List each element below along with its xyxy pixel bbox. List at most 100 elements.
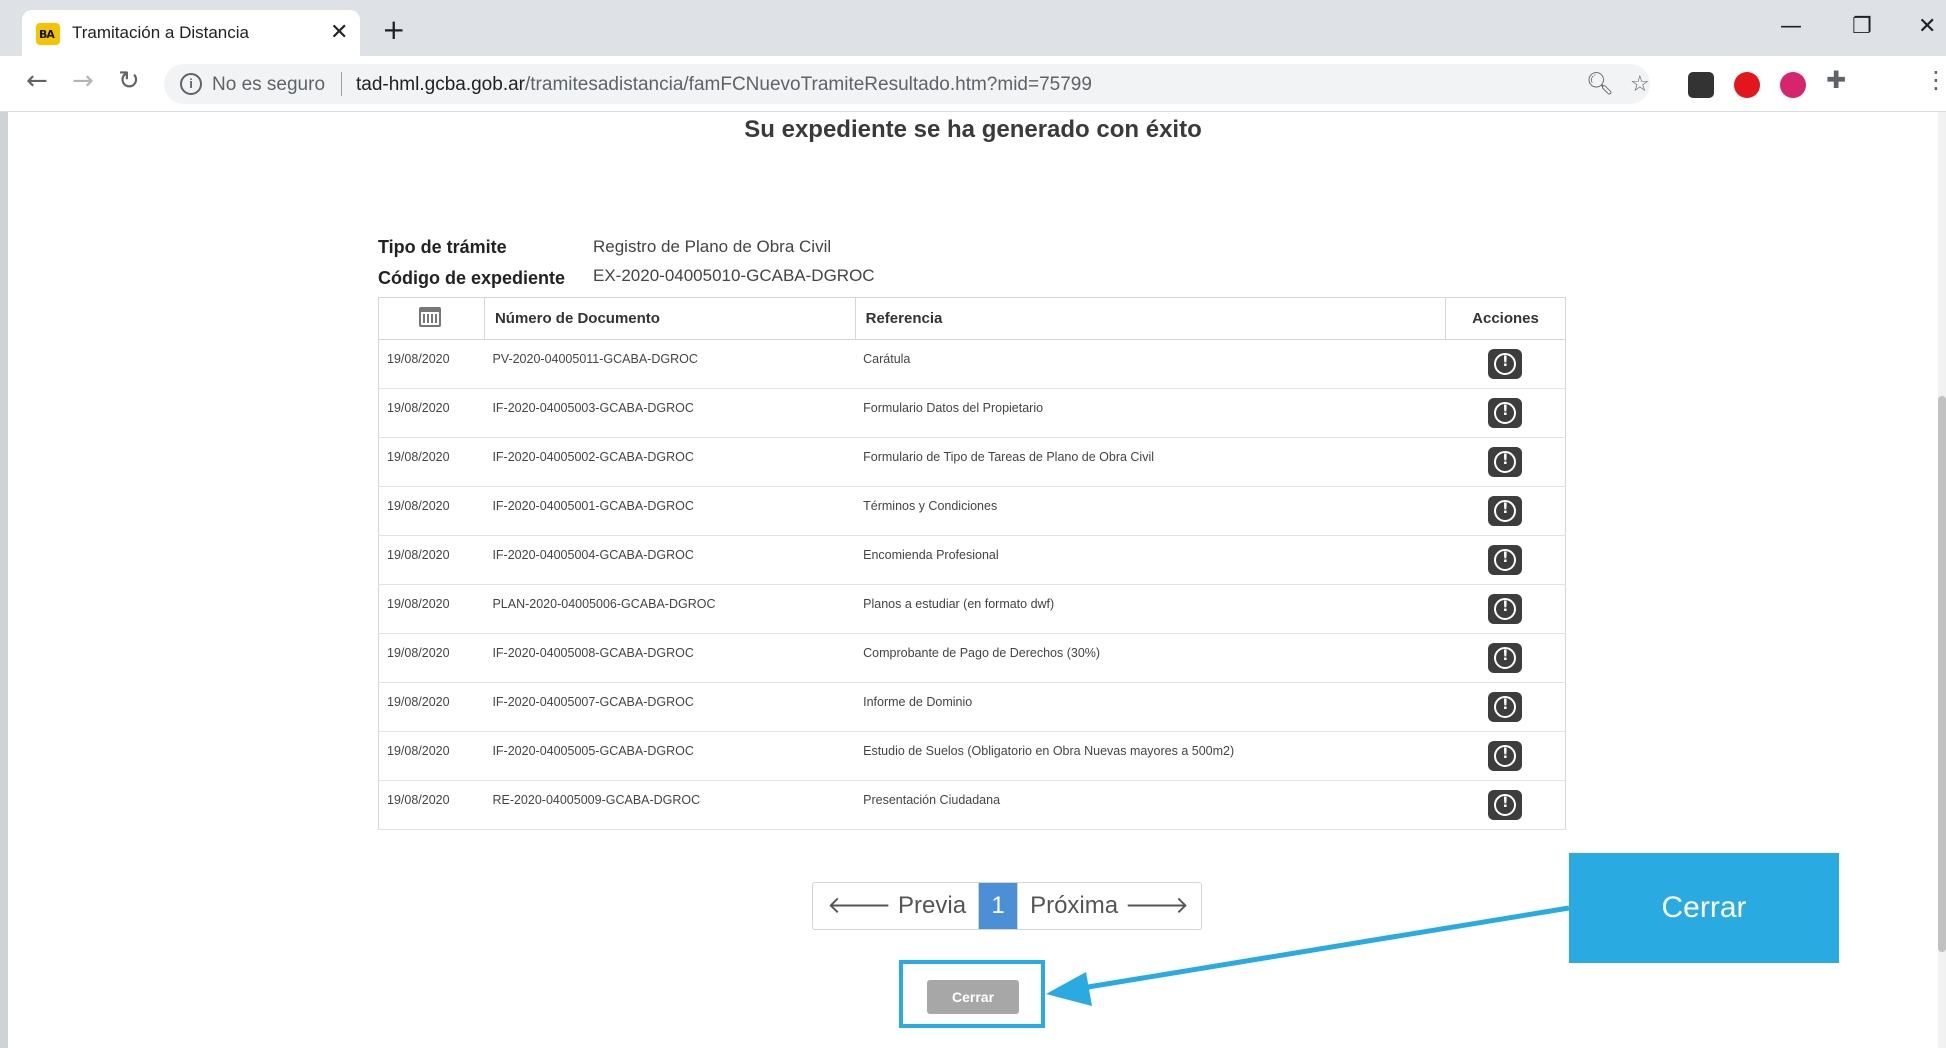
info-icon[interactable]: i <box>180 73 202 95</box>
row-actions <box>1445 437 1566 487</box>
info-action-icon[interactable] <box>1488 398 1523 428</box>
url-host: tad-hml.gcba.gob.ar <box>356 74 525 95</box>
tab-close-icon[interactable]: ✕ <box>330 20 348 45</box>
puzzle-extensions-icon[interactable]: ✚ <box>1826 68 1846 92</box>
row-date: 19/08/2020 <box>378 486 485 536</box>
row-reference: Presentación Ciudadana <box>855 780 1446 830</box>
row-reference: Formulario de Tipo de Tareas de Plano de… <box>855 437 1446 487</box>
opera-extension-icon[interactable] <box>1734 72 1760 98</box>
forward-arrow-icon[interactable]: → <box>72 68 94 94</box>
table-row: 19/08/2020 IF-2020-04005002-GCABA-DGROC Fo… <box>378 437 1566 487</box>
row-date: 19/08/2020 <box>378 731 485 781</box>
omnibox-divider <box>341 72 342 96</box>
codigo-expediente-label: Código de expediente <box>378 268 566 288</box>
row-reference: Carátula <box>855 339 1446 389</box>
row-actions <box>1445 682 1566 732</box>
info-action-icon[interactable] <box>1488 741 1523 771</box>
row-date: 19/08/2020 <box>378 633 485 683</box>
row-date: 19/08/2020 <box>378 535 485 585</box>
row-reference: Comprobante de Pago de Derechos (30%) <box>855 633 1446 683</box>
table-row: 19/08/2020 IF-2020-04005004-GCABA-DGROC En… <box>378 535 1566 585</box>
row-document-number: IF-2020-04005008-GCABA-DGROC <box>484 633 856 683</box>
row-document-number: RE-2020-04005009-GCABA-DGROC <box>484 780 856 830</box>
browser-menu-icon[interactable]: ⋮ <box>1924 68 1946 92</box>
row-reference: Estudio de Suelos (Obligatorio en Obra N… <box>855 731 1446 781</box>
page-title: Su expediente se ha generado con éxito <box>744 116 1202 143</box>
row-date: 19/08/2020 <box>378 682 485 732</box>
info-action-icon[interactable] <box>1488 594 1523 624</box>
info-action-icon[interactable] <box>1488 643 1523 673</box>
minimize-button[interactable]: — <box>1780 14 1802 39</box>
restore-button[interactable]: ❐ <box>1852 14 1872 39</box>
table-row: 19/08/2020 PV-2020-04005011-GCABA-DGROC Ca… <box>378 339 1566 389</box>
table-row: 19/08/2020 RE-2020-04005009-GCABA-DGROC Pr… <box>378 780 1566 830</box>
zoom-icon[interactable]: 🔍︎ <box>1586 72 1614 97</box>
table-row: 19/08/2020 IF-2020-04005001-GCABA-DGROC Té… <box>378 486 1566 536</box>
tab-title: Tramitación a Distancia <box>72 23 249 42</box>
row-reference: Informe de Dominio <box>855 682 1446 732</box>
reload-icon[interactable]: ↻ <box>118 68 140 94</box>
table-row: 19/08/2020 IF-2020-04005008-GCABA-DGROC Co… <box>378 633 1566 683</box>
row-document-number: IF-2020-04005004-GCABA-DGROC <box>484 535 856 585</box>
window-close-button[interactable]: ✕ <box>1918 14 1936 39</box>
back-arrow-icon[interactable]: ← <box>26 68 48 94</box>
table-row: 19/08/2020 PLAN-2020-04005006-GCABA-DGROC… <box>378 584 1566 634</box>
row-actions <box>1445 535 1566 585</box>
row-actions <box>1445 731 1566 781</box>
table-row: 19/08/2020 IF-2020-04005003-GCABA-DGROC Fo… <box>378 388 1566 438</box>
row-actions <box>1445 388 1566 438</box>
close-button[interactable]: Cerrar <box>927 980 1019 1014</box>
ba-favicon-icon: BA <box>36 23 60 45</box>
navigation-bar: ← → ↻ i No es seguro tad-hml.gcba.gob.ar… <box>0 56 1946 112</box>
info-action-icon[interactable] <box>1488 349 1523 379</box>
row-document-number: IF-2020-04005003-GCABA-DGROC <box>484 388 856 438</box>
scrollbar-thumb[interactable] <box>1938 396 1946 952</box>
tab-strip: BA Tramitación a Distancia ✕ + — ❐ ✕ <box>0 0 1946 56</box>
row-document-number: IF-2020-04005001-GCABA-DGROC <box>484 486 856 536</box>
row-actions <box>1445 633 1566 683</box>
pagination: 🡐 Previa 1 Próxima 🡒 <box>812 882 1203 930</box>
bookmark-star-icon[interactable]: ☆ <box>1630 72 1650 97</box>
info-action-icon[interactable] <box>1488 692 1523 722</box>
row-date: 19/08/2020 <box>378 780 485 830</box>
row-document-number: IF-2020-04005005-GCABA-DGROC <box>484 731 856 781</box>
date-column-header <box>378 297 485 340</box>
row-document-number: IF-2020-04005002-GCABA-DGROC <box>484 437 856 487</box>
row-date: 19/08/2020 <box>378 388 485 438</box>
url-text[interactable]: tad-hml.gcba.gob.ar/tramitesadistancia/f… <box>356 74 1092 96</box>
address-bar[interactable]: i No es seguro tad-hml.gcba.gob.ar/trami… <box>164 64 1650 104</box>
documents-table: Número de Documento Referencia Acciones … <box>378 297 1566 830</box>
previous-page-button[interactable]: 🡐 Previa <box>813 883 980 929</box>
number-column-header: Número de Documento <box>484 297 856 340</box>
calendar-icon <box>419 306 441 327</box>
current-page-button[interactable]: 1 <box>979 883 1018 929</box>
row-date: 19/08/2020 <box>378 339 485 389</box>
download-extension-icon[interactable] <box>1780 72 1806 98</box>
tipo-tramite-label: Tipo de trámite <box>378 237 507 257</box>
table-header-row: Número de Documento Referencia Acciones <box>378 297 1566 340</box>
table-row: 19/08/2020 IF-2020-04005007-GCABA-DGROC In… <box>378 682 1566 732</box>
row-reference: Encomienda Profesional <box>855 535 1446 585</box>
next-page-button[interactable]: Próxima 🡒 <box>1017 883 1201 929</box>
new-tab-button[interactable]: + <box>382 16 405 44</box>
security-label[interactable]: No es seguro <box>212 74 325 96</box>
row-date: 19/08/2020 <box>378 584 485 634</box>
table-row: 19/08/2020 IF-2020-04005005-GCABA-DGROC Es… <box>378 731 1566 781</box>
info-action-icon[interactable] <box>1488 447 1523 477</box>
info-action-icon[interactable] <box>1488 545 1523 575</box>
actions-column-header: Acciones <box>1445 297 1566 340</box>
info-action-icon[interactable] <box>1488 790 1523 820</box>
row-actions <box>1445 584 1566 634</box>
extension-icon[interactable] <box>1688 72 1714 98</box>
browser-tab[interactable]: BA Tramitación a Distancia ✕ <box>22 10 360 56</box>
row-document-number: IF-2020-04005007-GCABA-DGROC <box>484 682 856 732</box>
info-action-icon[interactable] <box>1488 496 1523 526</box>
row-document-number: PV-2020-04005011-GCABA-DGROC <box>484 339 856 389</box>
row-actions <box>1445 486 1566 536</box>
row-actions <box>1445 780 1566 830</box>
url-path: /tramitesadistancia/famFCNuevoTramiteRes… <box>525 74 1092 95</box>
row-date: 19/08/2020 <box>378 437 485 487</box>
reference-column-header: Referencia <box>855 297 1447 340</box>
row-document-number: PLAN-2020-04005006-GCABA-DGROC <box>484 584 856 634</box>
row-actions <box>1445 339 1566 389</box>
